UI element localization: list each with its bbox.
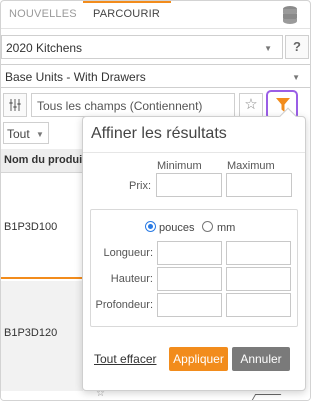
favorites-button[interactable]: ☆ [239, 93, 263, 117]
popover-title: Affiner les résultats [91, 125, 227, 142]
height-label: Hauteur: [110, 273, 153, 285]
catalog-select-value: 2020 Kitchens [6, 41, 83, 55]
height-max-input[interactable] [226, 267, 291, 291]
list-item[interactable]: B1P3D100 [1, 174, 83, 279]
unit-radio-pouces[interactable] [145, 221, 156, 232]
unit-radio-mm[interactable] [202, 221, 213, 232]
active-tab-indicator [83, 1, 171, 3]
product-code: B1P3D120 [4, 327, 58, 339]
chevron-down-icon: ▼ [264, 44, 272, 53]
database-icon[interactable] [282, 5, 298, 25]
tab-bar: NOUVELLES PARCOURIR [1, 1, 310, 29]
field-options-button[interactable] [3, 93, 27, 117]
list-filter-value: Tout [7, 127, 30, 141]
minimum-label: Minimum [157, 160, 202, 172]
maximum-label: Maximum [227, 160, 275, 172]
search-input-value: Tous les champs (Contiennent) [37, 99, 203, 113]
chevron-down-icon: ▼ [292, 73, 300, 82]
tab-parcourir[interactable]: PARCOURIR [93, 8, 160, 20]
cabinet-thumbnail [250, 394, 282, 400]
length-max-input[interactable] [226, 241, 291, 265]
chevron-down-icon: ▼ [36, 130, 44, 139]
depth-max-input[interactable] [226, 293, 291, 317]
catalog-panel: NOUVELLES PARCOURIR 2020 Kitchens ▼ ? Ba… [0, 0, 311, 401]
help-button[interactable]: ? [285, 35, 309, 59]
clear-all-link[interactable]: Tout effacer [94, 352, 156, 366]
star-outline-icon: ☆ [244, 96, 258, 113]
search-input[interactable]: Tous les champs (Contiennent) [31, 93, 235, 117]
sliders-icon [9, 99, 21, 111]
category-select-value: Base Units - With Drawers [5, 70, 146, 84]
divider [83, 152, 305, 153]
price-min-input[interactable] [156, 173, 222, 197]
column-header-label: Nom du produit [4, 154, 83, 166]
popover-footer: Tout effacer Appliquer Annuler [83, 339, 305, 391]
category-select[interactable]: Base Units - With Drawers ▼ [1, 64, 310, 88]
cancel-button[interactable]: Annuler [232, 347, 290, 371]
column-header-product-name[interactable]: Nom du produit [1, 149, 83, 173]
catalog-select[interactable]: 2020 Kitchens ▼ [1, 35, 283, 59]
apply-button[interactable]: Appliquer [169, 347, 228, 371]
depth-min-input[interactable] [157, 293, 222, 317]
list-item[interactable]: B1P3D120 [1, 281, 83, 391]
tab-nouvelles[interactable]: NOUVELLES [9, 8, 77, 20]
length-min-input[interactable] [157, 241, 222, 265]
unit-label-pouces: pouces [159, 222, 195, 234]
product-code: B1P3D100 [4, 221, 58, 233]
height-min-input[interactable] [157, 267, 222, 291]
refine-results-popover: Affiner les résultats Minimum Maximum Pr… [82, 107, 306, 391]
list-filter-dropdown[interactable]: Tout ▼ [3, 122, 49, 144]
dimensions-group: pouces mm Longueur: Hauteur: Profondeur: [90, 209, 298, 327]
length-label: Longueur: [103, 247, 153, 259]
depth-label: Profondeur: [95, 299, 153, 311]
price-max-input[interactable] [226, 173, 292, 197]
price-label: Prix: [129, 180, 151, 192]
unit-label-mm: mm [217, 222, 236, 234]
